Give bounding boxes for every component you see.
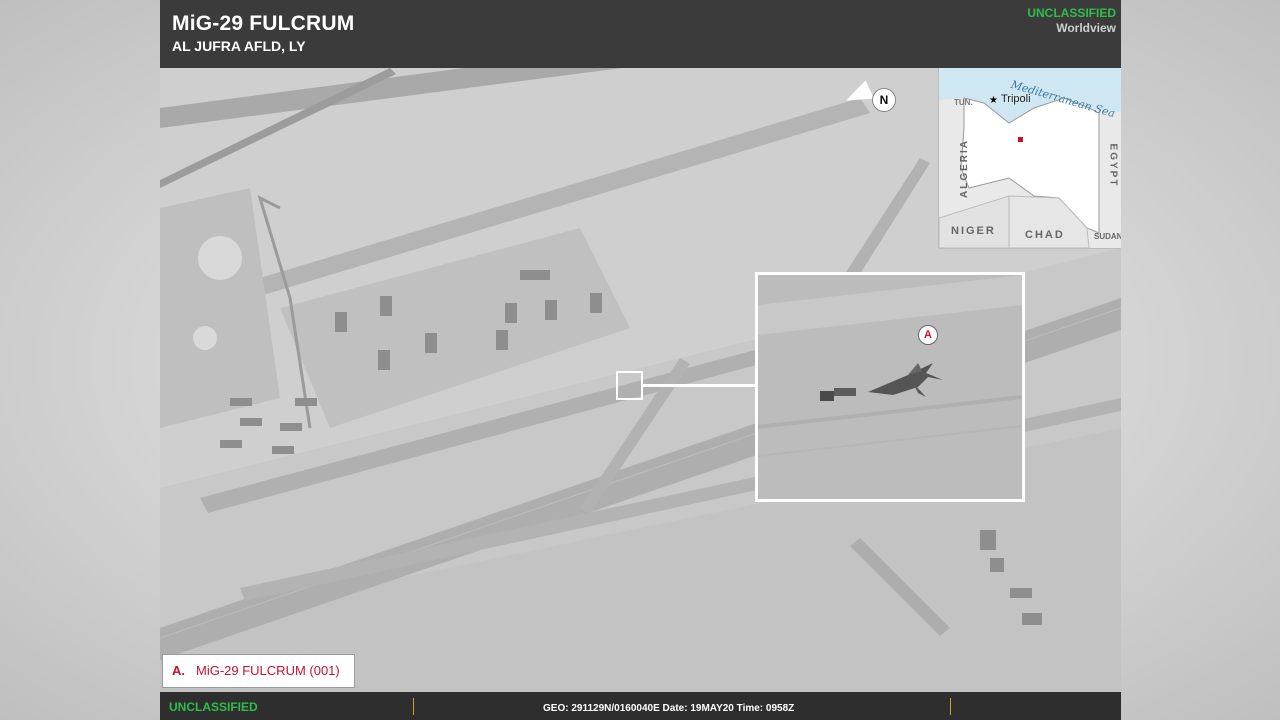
zoom-inset: A [755,272,1025,502]
annotation-marker-a: A [918,325,938,345]
legend-text: MiG-29 FULCRUM (001) [196,663,340,678]
country-label-egypt: EGYPT [1107,143,1119,188]
legend-letter: A. [172,663,185,678]
classification-banner-top: UNCLASSIFIED [1027,6,1116,20]
page-subtitle: AL JUFRA AFLD, LY [172,38,306,54]
locator-map: Mediterranean Sea ★ Tripoli TUN. ALGERIA… [938,68,1121,249]
capital-star-icon: ★ [989,95,998,106]
classification-banner-bottom: UNCLASSIFIED [169,700,258,714]
imagery-source: Worldview [1056,21,1116,35]
country-label-tunisia: TUN. [954,98,973,107]
footer-divider [413,698,414,715]
country-label-niger: NIGER [951,225,996,237]
country-label-chad: CHAD [1025,229,1065,241]
inset-imagery [758,275,1022,499]
country-label-algeria: ALGERIA [959,139,970,198]
compass-north-icon: N [872,88,896,112]
footer-bar: UNCLASSIFIED GEO: 291129N/0160040E Date:… [160,692,1121,720]
page-title: MiG-29 FULCRUM [172,12,355,35]
country-label-sudan: SUDAN [1094,232,1121,241]
target-highlight-box [616,371,643,400]
image-metadata: GEO: 291129N/0160040E Date: 19MAY20 Time… [543,703,795,714]
inset-connector-line [643,384,756,387]
city-label-tripoli: Tripoli [1001,93,1031,105]
briefing-slide: MiG-29 FULCRUM AL JUFRA AFLD, LY UNCLASS… [160,0,1121,720]
footer-divider [950,698,951,715]
legend-box: A. MiG-29 FULCRUM (001) [162,654,355,688]
satellite-image: N Mediterranean Sea ★ Tripoli TUN. ALGER… [160,68,1121,692]
header-bar: MiG-29 FULCRUM AL JUFRA AFLD, LY UNCLASS… [160,0,1121,68]
